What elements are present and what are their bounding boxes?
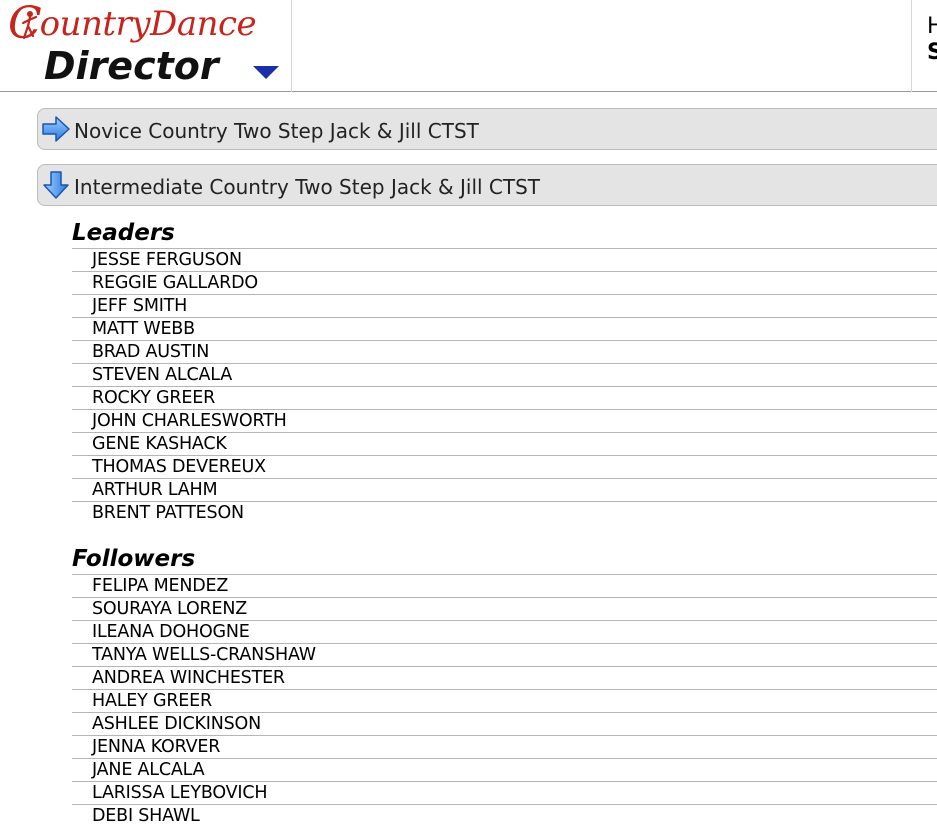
list-item: JEFF SMITH	[72, 294, 937, 317]
list-item: SOURAYA LORENZ	[72, 597, 937, 620]
list-item: JOHN CHARLESWORTH	[72, 409, 937, 432]
list-item: MATT WEBB	[72, 317, 937, 340]
list-item: ASHLEE DICKINSON	[72, 712, 937, 735]
list-item: DEBI SHAWL	[72, 804, 937, 827]
list-item: ILEANA DOHOGNE	[72, 620, 937, 643]
arrow-right-icon	[40, 113, 72, 145]
list-item: FELIPA MENDEZ	[72, 574, 937, 597]
division-label: Intermediate Country Two Step Jack & Jil…	[74, 175, 541, 199]
dancer-icon	[21, 11, 38, 40]
list-item: BRENT PATTESON	[72, 501, 937, 524]
list-item: ROCKY GREER	[72, 386, 937, 409]
chevron-down-icon[interactable]	[252, 64, 280, 80]
header-right-line1: H	[927, 14, 937, 40]
list-item: JENNA KORVER	[72, 735, 937, 758]
list-item: TANYA WELLS-CRANSHAW	[72, 643, 937, 666]
list-item: JANE ALCALA	[72, 758, 937, 781]
list-item: BRAD AUSTIN	[72, 340, 937, 363]
division-label: Novice Country Two Step Jack & Jill CTST	[74, 119, 479, 143]
header: C ountryDance Director H S	[0, 0, 937, 92]
logo-text-country-dance: ountryDance	[39, 4, 257, 44]
list-item: ANDREA WINCHESTER	[72, 666, 937, 689]
list-item: ARTHUR LAHM	[72, 478, 937, 501]
logo-text-director: Director	[44, 44, 219, 88]
list-item: REGGIE GALLARDO	[72, 271, 937, 294]
list-item: GENE KASHACK	[72, 432, 937, 455]
list-item: THOMAS DEVEREUX	[72, 455, 937, 478]
header-right-line2: S	[927, 40, 937, 66]
list-item: JESSE FERGUSON	[72, 248, 937, 271]
division-header-novice[interactable]: Novice Country Two Step Jack & Jill CTST	[37, 108, 937, 150]
division-header-intermediate[interactable]: Intermediate Country Two Step Jack & Jil…	[37, 164, 937, 206]
arrow-down-icon	[40, 169, 72, 201]
followers-list: FELIPA MENDEZ SOURAYA LORENZ ILEANA DOHO…	[72, 574, 937, 827]
list-item: LARISSA LEYBOVICH	[72, 781, 937, 804]
list-item: HALEY GREER	[72, 689, 937, 712]
header-right-panel: H S	[911, 0, 937, 92]
list-item: STEVEN ALCALA	[72, 363, 937, 386]
followers-heading: Followers	[72, 546, 196, 572]
leaders-heading: Leaders	[72, 220, 175, 246]
leaders-list: JESSE FERGUSON REGGIE GALLARDO JEFF SMIT…	[72, 248, 937, 524]
logo-wordmark-top: C ountryDance	[8, 2, 257, 48]
app-logo[interactable]: C ountryDance Director	[0, 0, 292, 92]
